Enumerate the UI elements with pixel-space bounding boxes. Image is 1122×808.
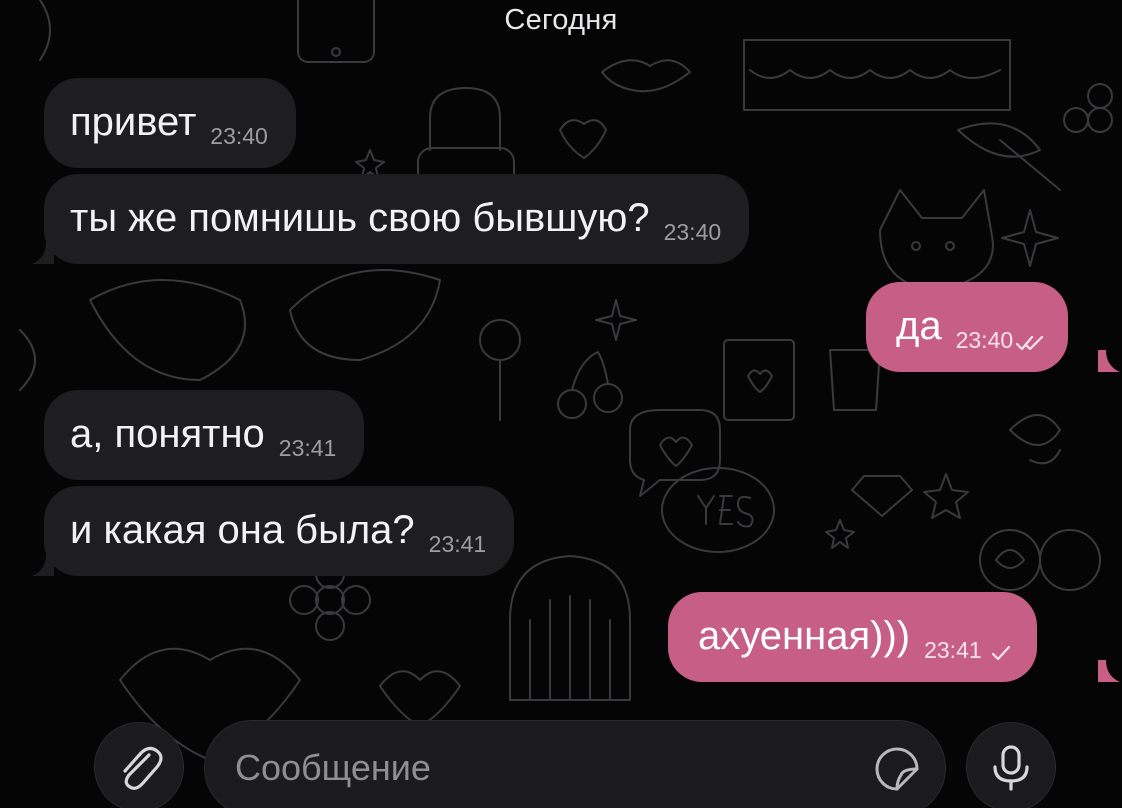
message-bubble-incoming[interactable]: а, понятно 23:41 [44,390,365,480]
message-time: 23:41 [428,531,487,557]
message-text: привет [70,100,197,144]
message-time: 23:41 [278,435,337,461]
message-input[interactable] [233,746,837,790]
voice-message-button[interactable] [966,722,1056,808]
message-text: да [896,304,942,348]
message-bubble-outgoing[interactable]: ахуенная))) 23:41 [668,592,1037,682]
message-bubble-incoming[interactable]: ты же помнишь свою бывшую? 23:40 [44,174,750,264]
message-text: а, понятно [70,412,265,456]
chat-screen: Сегодня привет 23:40 ты же помнишь свою … [0,0,1122,808]
date-separator: Сегодня [504,4,618,36]
message-text: и какая она была? [70,508,415,552]
message-bubble-outgoing[interactable]: да 23:40 [866,282,1069,372]
sticker-icon[interactable] [873,745,921,793]
double-check-icon [1016,335,1044,351]
message-text: ты же помнишь свою бывшую? [70,196,650,240]
message-text: ахуенная))) [698,614,911,658]
message-composer [0,712,1122,808]
bubble-tail [32,554,54,576]
message-input-container[interactable] [204,720,946,808]
message-time: 23:40 [663,219,722,245]
message-time: 23:40 [955,327,1014,353]
check-icon [991,645,1010,661]
message-time: 23:41 [924,637,982,663]
bubble-tail [1098,350,1120,372]
microphone-icon [993,745,1029,791]
paperclip-icon [123,746,163,790]
attach-button[interactable] [94,722,184,808]
bubble-tail [1098,660,1120,682]
message-bubble-incoming[interactable]: привет 23:40 [44,78,296,168]
message-time: 23:40 [210,123,268,149]
bubble-tail [32,242,54,264]
message-bubble-incoming[interactable]: и какая она была? 23:41 [44,486,515,576]
